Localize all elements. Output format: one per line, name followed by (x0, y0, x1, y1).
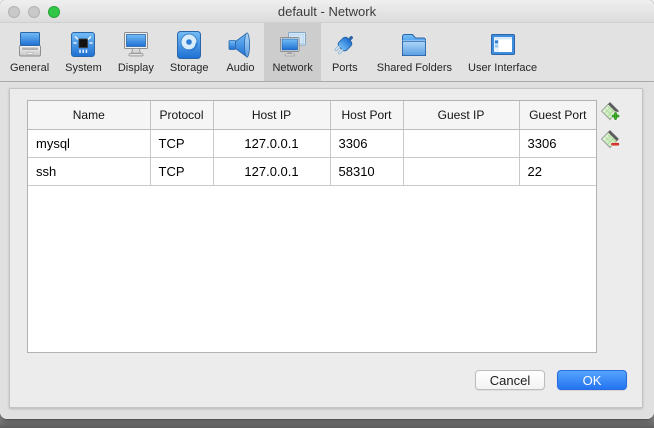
cell-host-port[interactable]: 3306 (330, 129, 403, 157)
tab-storage[interactable]: Storage (162, 23, 217, 81)
tab-label: Storage (170, 62, 209, 74)
dialog-buttons: Cancel OK (475, 370, 627, 390)
shared-folders-icon (398, 29, 430, 61)
ok-button[interactable]: OK (557, 370, 627, 390)
cell-name[interactable]: mysql (28, 129, 150, 157)
column-header-host-port: Host Port (330, 101, 403, 129)
column-header-guest-ip: Guest IP (403, 101, 519, 129)
column-header-protocol: Protocol (150, 101, 213, 129)
cell-guest-ip[interactable] (403, 157, 519, 185)
column-header-host-ip: Host IP (213, 101, 330, 129)
cell-host-ip[interactable]: 127.0.0.1 (213, 157, 330, 185)
cell-host-port[interactable]: 58310 (330, 157, 403, 185)
tab-shared-folders[interactable]: Shared Folders (369, 23, 460, 81)
cell-guest-ip[interactable] (403, 129, 519, 157)
ports-icon (329, 29, 361, 61)
audio-icon (224, 29, 256, 61)
cell-guest-port[interactable]: 3306 (519, 129, 596, 157)
cancel-button[interactable]: Cancel (475, 370, 545, 390)
tab-label: System (65, 62, 102, 74)
rule-buttons (600, 101, 620, 149)
system-icon (67, 29, 99, 61)
settings-toolbar: General System Display (0, 23, 654, 82)
tab-audio[interactable]: Audio (216, 23, 264, 81)
cell-protocol[interactable]: TCP (150, 129, 213, 157)
table-header-row: Name Protocol Host IP Host Port Guest IP… (28, 101, 596, 129)
add-rule-icon[interactable] (600, 101, 620, 121)
tab-ports[interactable]: Ports (321, 23, 369, 81)
tab-user-interface[interactable]: User Interface (460, 23, 545, 81)
remove-rule-icon[interactable] (600, 129, 620, 149)
tab-general[interactable]: General (2, 23, 57, 81)
tab-network[interactable]: Network (264, 23, 320, 81)
tab-label: General (10, 62, 49, 74)
user-interface-icon (487, 29, 519, 61)
cell-name[interactable]: ssh (28, 157, 150, 185)
window-title: default - Network (0, 0, 654, 23)
column-header-guest-port: Guest Port (519, 101, 596, 129)
tab-display[interactable]: Display (110, 23, 162, 81)
tab-label: Shared Folders (377, 62, 452, 74)
cell-guest-port[interactable]: 22 (519, 157, 596, 185)
table-row[interactable]: mysql TCP 127.0.0.1 3306 3306 (28, 129, 596, 157)
tab-label: Ports (332, 62, 358, 74)
port-forwarding-panel: Name Protocol Host IP Host Port Guest IP… (9, 88, 643, 408)
cell-host-ip[interactable]: 127.0.0.1 (213, 129, 330, 157)
display-icon (120, 29, 152, 61)
general-icon (14, 29, 46, 61)
tab-label: Network (272, 62, 312, 74)
table-row[interactable]: ssh TCP 127.0.0.1 58310 22 (28, 157, 596, 185)
cell-protocol[interactable]: TCP (150, 157, 213, 185)
network-icon (277, 29, 309, 61)
tab-label: Display (118, 62, 154, 74)
network-tab-content: Name Protocol Host IP Host Port Guest IP… (0, 83, 654, 419)
port-forwarding-table: Name Protocol Host IP Host Port Guest IP… (27, 100, 597, 353)
storage-icon (173, 29, 205, 61)
column-header-name: Name (28, 101, 150, 129)
tab-label: Audio (226, 62, 254, 74)
settings-window: default - Network General System (0, 0, 654, 419)
tab-system[interactable]: System (57, 23, 110, 81)
titlebar: default - Network (0, 0, 654, 23)
tab-label: User Interface (468, 62, 537, 74)
